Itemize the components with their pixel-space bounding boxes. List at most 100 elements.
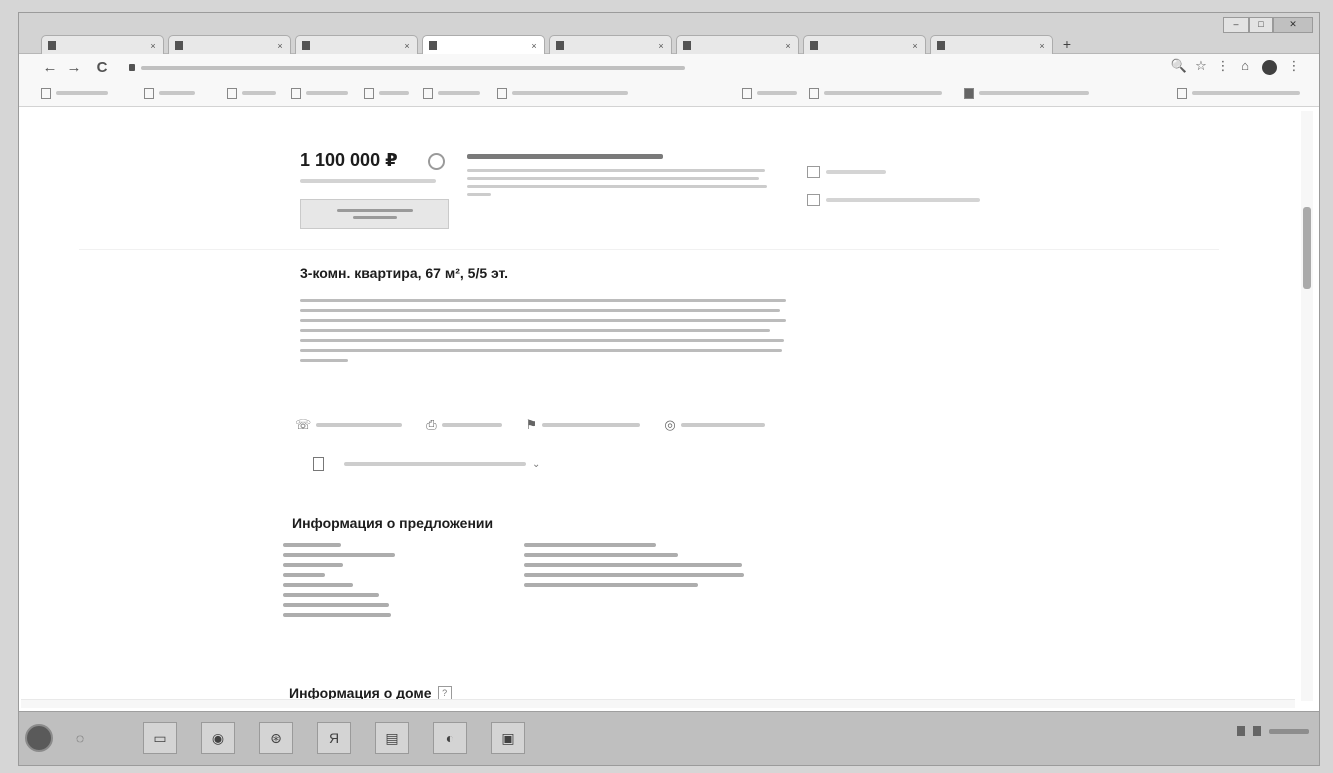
bookmark-label: [306, 91, 348, 95]
taskbar-folder-icon[interactable]: ▭: [143, 722, 177, 754]
bookmark-item[interactable]: [742, 87, 797, 99]
description-line: [300, 329, 770, 332]
page-viewport[interactable]: 1 100 000 ₽ 3-комн. квартира, 67 м², 5/5…: [19, 107, 1319, 710]
browser-tab-active[interactable]: ×: [422, 35, 545, 55]
tab-favicon: [556, 41, 564, 50]
description-line: [300, 299, 786, 302]
tab-favicon: [175, 41, 183, 50]
minimize-button[interactable]: –: [1223, 17, 1249, 33]
more-options-dropdown[interactable]: ⌄: [313, 457, 540, 471]
bookmark-item[interactable]: [227, 87, 276, 99]
tab-favicon: [683, 41, 691, 50]
reload-button[interactable]: C: [93, 59, 111, 76]
bookmark-label: [438, 91, 480, 95]
windows-taskbar: ◌ ▭ ◉ ⊛ Я ▤ ◐ ▣: [19, 711, 1319, 765]
close-icon[interactable]: ×: [530, 41, 538, 51]
close-icon[interactable]: ×: [784, 41, 792, 51]
home-icon[interactable]: ⌂: [1234, 58, 1256, 75]
bookmark-star-icon[interactable]: ☆: [1190, 58, 1212, 75]
listing-price: 1 100 000 ₽: [300, 150, 398, 170]
taskbar-calculator-icon[interactable]: ▤: [375, 722, 409, 754]
bookmark-item[interactable]: [497, 87, 628, 99]
listing-title: 3-комн. квартира, 67 м², 5/5 эт.: [300, 265, 509, 281]
select-mortgage-button[interactable]: [300, 199, 449, 229]
bookmark-site-icon: [964, 87, 974, 99]
menu-icon[interactable]: ⋮: [1283, 58, 1305, 75]
bookmark-apps[interactable]: [41, 87, 108, 99]
taskbar-browser-icon[interactable]: ◐: [433, 722, 467, 754]
bookmark-item[interactable]: [423, 87, 480, 99]
taskbar-yandex-icon[interactable]: Я: [317, 722, 351, 754]
listing-description: [300, 299, 786, 369]
folder-icon: [742, 87, 752, 99]
browser-tab[interactable]: ×: [295, 35, 418, 55]
bookmark-item[interactable]: [964, 87, 1089, 99]
toolbar-actions: 🔍 ☆ ⋮ ⌂ ⋮: [1168, 58, 1305, 75]
scrollbar-thumb[interactable]: [1303, 207, 1311, 289]
taskbar-ie-icon[interactable]: ◌: [63, 722, 97, 754]
close-icon[interactable]: ×: [403, 41, 411, 51]
folder-icon: [144, 87, 154, 99]
translate-icon[interactable]: ⋮: [1212, 58, 1234, 75]
close-icon[interactable]: ×: [1038, 41, 1046, 51]
taskbar-yandex-browser-icon[interactable]: ◉: [201, 722, 235, 754]
price-info-icon[interactable]: [428, 153, 445, 170]
horizontal-scrollbar[interactable]: [21, 699, 1295, 708]
tray-icon[interactable]: [1253, 726, 1261, 736]
complain-action[interactable]: ⚑: [526, 417, 641, 433]
phone-icon: ☏: [295, 417, 312, 432]
phone-action[interactable]: ☏: [295, 417, 403, 433]
bookmark-label: [979, 91, 1089, 95]
button-label: [336, 209, 413, 219]
close-icon[interactable]: ×: [276, 41, 284, 51]
description-line: [300, 319, 786, 322]
folder-icon: [227, 87, 237, 99]
card-title: [467, 154, 663, 159]
browser-tab[interactable]: ×: [41, 35, 164, 55]
card-address-line: [467, 193, 491, 196]
bookmark-item[interactable]: [291, 87, 348, 99]
browser-tab[interactable]: ×: [803, 35, 926, 55]
forward-button[interactable]: →: [65, 59, 83, 76]
close-icon[interactable]: ×: [149, 41, 157, 51]
tab-favicon: [48, 41, 56, 50]
favorites-link[interactable]: [807, 166, 886, 178]
browser-tab[interactable]: ×: [549, 35, 672, 55]
start-button[interactable]: [25, 724, 53, 752]
close-window-button[interactable]: ✕: [1273, 17, 1313, 33]
close-icon[interactable]: ×: [657, 41, 665, 51]
dropdown-label: [344, 462, 526, 466]
price-note: [300, 179, 436, 183]
bookmark-item[interactable]: [1177, 87, 1300, 99]
taskbar-chrome-icon[interactable]: ⊛: [259, 722, 293, 754]
bookmark-item[interactable]: [144, 87, 195, 99]
vertical-scrollbar[interactable]: [1301, 111, 1313, 701]
card-address-line: [467, 169, 765, 172]
notify-link[interactable]: [807, 194, 980, 206]
back-button[interactable]: ←: [41, 59, 59, 76]
browser-tab[interactable]: ×: [676, 35, 799, 55]
close-icon[interactable]: ×: [911, 41, 919, 51]
bookmark-item[interactable]: [364, 87, 409, 99]
window-controls: – □ ✕: [1223, 17, 1313, 33]
new-tab-button[interactable]: +: [1057, 37, 1077, 53]
clock[interactable]: [1269, 728, 1309, 734]
taskbar-pdf-icon[interactable]: ▣: [491, 722, 525, 754]
bookmark-label: [159, 91, 195, 95]
browser-tab[interactable]: ×: [168, 35, 291, 55]
bookmark-item[interactable]: [809, 87, 942, 99]
bookmark-label: [1192, 91, 1300, 95]
print-action[interactable]: ⎙: [426, 417, 502, 433]
profile-avatar[interactable]: [1262, 60, 1277, 75]
maximize-button[interactable]: □: [1249, 17, 1273, 33]
url-text: [141, 65, 685, 70]
offer-fields-left: [283, 543, 395, 623]
tab-strip: × × × × × × × × + – □ ✕: [19, 13, 1319, 55]
tray-icon[interactable]: [1237, 726, 1245, 736]
browser-toolbar: ← → C 🔍 ☆ ⋮ ⌂ ⋮: [19, 54, 1319, 82]
print-icon: ⎙: [426, 417, 437, 432]
share-action[interactable]: ◎: [664, 417, 765, 433]
address-bar[interactable]: [129, 59, 1069, 76]
zoom-icon[interactable]: 🔍: [1168, 58, 1190, 75]
browser-tab[interactable]: ×: [930, 35, 1053, 55]
